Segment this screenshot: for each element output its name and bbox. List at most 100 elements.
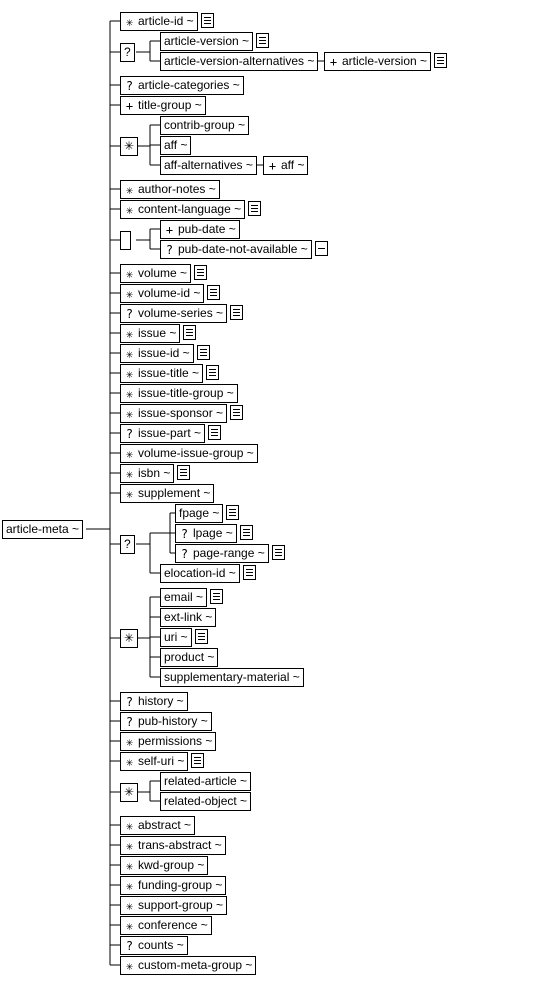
node-label: isbn ~ [138,466,170,480]
node-self-uri: ✳self-uri ~ [120,752,188,771]
occurrence-indicator: ? [124,939,135,953]
node-article-version: article-version ~ [160,32,253,51]
node-label: uri ~ [164,630,188,644]
doc-icon [197,345,210,360]
doc-icon [206,365,219,380]
node-pub-date: +pub-date ~ [160,220,240,239]
node-conference: ✳conference ~ [120,916,212,935]
node-label: issue-sponsor ~ [138,406,223,420]
node-issue: ✳issue ~ [120,324,180,343]
occurrence-indicator: ✳ [124,203,135,217]
node-label: email ~ [164,590,203,604]
doc-icon [243,565,256,580]
doc-icon [195,629,208,644]
node-page-range: ?page-range ~ [175,544,269,563]
node-label: issue-title-group ~ [138,386,234,400]
node-article-version-alt: article-version-alternatives ~ [160,52,318,71]
node-article-categories: ?article-categories ~ [120,76,244,95]
choice-choice2: ✳ [120,137,138,156]
node-label: history ~ [138,694,184,708]
node-label: issue-id ~ [138,346,190,360]
node-supp-mat: supplementary-material ~ [160,668,304,687]
node-trans-abstract: ✳trans-abstract ~ [120,836,226,855]
node-av-child: +article-version ~ [324,52,431,71]
occurrence-indicator: ✳ [124,755,135,769]
node-support-group: ✳support-group ~ [120,896,227,915]
node-article-meta: article-meta ~ [2,520,83,539]
node-label: author-notes ~ [138,182,216,196]
node-label: aff ~ [164,138,187,152]
node-lpage: ?lpage ~ [175,524,237,543]
choice-choice5: ✳ [120,629,138,648]
connector-lines [0,0,535,995]
node-label: pub-history ~ [138,714,208,728]
node-abstract: ✳abstract ~ [120,816,195,835]
node-label: aff ~ [281,158,304,172]
node-related-article: related-article ~ [160,772,251,791]
node-label: issue-part ~ [138,426,201,440]
doc-icon [208,425,221,440]
occurrence-indicator: ✳ [124,15,135,29]
occurrence-indicator: ✳ [124,879,135,893]
doc-icon [183,325,196,340]
doc-icon [240,525,253,540]
node-volume: ✳volume ~ [120,264,191,283]
node-label: funding-group ~ [138,878,222,892]
doc-icon [434,53,447,68]
occurrence-indicator: ? [124,715,135,729]
occurrence-indicator: ✳ [124,183,135,197]
node-uri: uri ~ [160,628,192,647]
node-label: trans-abstract ~ [138,838,222,852]
occurrence-indicator: ✳ [124,859,135,873]
node-label: article-categories ~ [138,78,240,92]
node-fpage: fpage ~ [175,504,223,523]
node-label: content-language ~ [138,202,241,216]
node-kwd-group: ✳kwd-group ~ [120,856,208,875]
node-history: ?history ~ [120,692,188,711]
occurrence-indicator: ✳ [124,367,135,381]
node-isbn: ✳isbn ~ [120,464,174,483]
occurrence-indicator: ✳ [124,735,135,749]
node-product: product ~ [160,648,218,667]
node-aff: aff ~ [160,136,191,155]
occurrence-indicator: + [328,55,339,69]
collapse-icon [315,241,328,256]
node-label: permissions ~ [138,734,212,748]
occurrence-indicator: + [124,99,135,113]
occurrence-indicator: ✳ [124,631,134,645]
node-label: volume-series ~ [138,306,223,320]
occurrence-indicator: ✳ [124,919,135,933]
occurrence-indicator: ✳ [124,899,135,913]
doc-icon [177,465,190,480]
node-label: contrib-group ~ [164,118,245,132]
node-issue-title-group: ✳issue-title-group ~ [120,384,238,403]
node-volume-series: ?volume-series ~ [120,304,227,323]
node-volume-id: ✳volume-id ~ [120,284,204,303]
node-label: article-version ~ [342,54,427,68]
occurrence-indicator: ? [124,695,135,709]
occurrence-indicator: ? [124,307,135,321]
occurrence-indicator: ✳ [124,839,135,853]
node-label: product ~ [164,650,214,664]
node-label: support-group ~ [138,898,223,912]
occurrence-indicator: ✳ [124,819,135,833]
node-label: abstract ~ [138,818,191,832]
node-contrib-group: contrib-group ~ [160,116,249,135]
occurrence-indicator: ✳ [124,139,134,153]
doc-icon [207,285,220,300]
node-label: conference ~ [138,918,208,932]
occurrence-indicator: ✳ [124,467,135,481]
node-funding-group: ✳funding-group ~ [120,876,226,895]
occurrence-indicator: ✳ [124,327,135,341]
node-pub-date-na: ?pub-date-not-available ~ [160,240,312,259]
occurrence-indicator: ? [124,537,131,551]
node-label: related-object ~ [164,794,247,808]
occurrence-indicator: ✳ [124,785,134,799]
node-label: volume-issue-group ~ [138,446,254,460]
node-label: self-uri ~ [138,754,184,768]
occurrence-indicator: + [164,223,175,237]
choice-choice1: ? [120,43,135,62]
node-label: aff-alternatives ~ [164,158,253,172]
occurrence-indicator: ? [179,527,190,541]
occurrence-indicator [124,233,127,247]
